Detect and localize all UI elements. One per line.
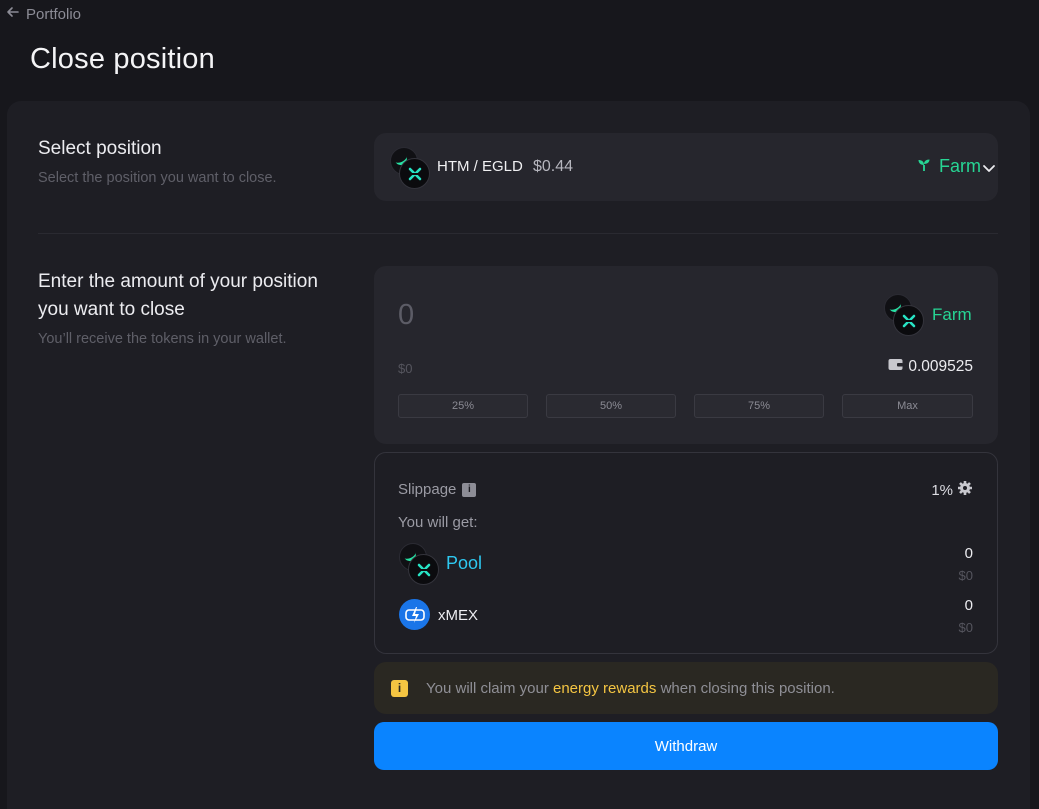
pool-usd: $0 — [958, 568, 973, 583]
wallet-balance-value: 0.009525 — [908, 358, 973, 375]
mex-x-icon — [408, 554, 439, 585]
slippage-value: 1% — [931, 481, 953, 499]
amount-section-subtitle: You’ll receive the tokens in your wallet… — [38, 331, 287, 347]
you-will-get-label: You will get: — [398, 514, 478, 531]
mex-x-icon — [399, 158, 430, 189]
info-icon: i — [391, 679, 408, 697]
notice-prefix: You will claim your — [426, 679, 549, 697]
xmex-usd: $0 — [958, 620, 973, 635]
sprout-icon — [917, 156, 931, 177]
slippage-setting[interactable]: 1% — [931, 480, 973, 500]
amount-token-label: Farm — [932, 305, 972, 324]
amount-input[interactable] — [398, 299, 598, 332]
back-link-label: Portfolio — [26, 5, 82, 23]
slippage-label-row: Slippage i — [398, 481, 477, 498]
percent-50-button[interactable]: 50% — [546, 394, 676, 418]
mex-x-icon — [893, 305, 924, 336]
xmex-label: xMEX — [438, 607, 479, 624]
amount-usd-value: $0 — [398, 361, 413, 376]
arrow-left-icon — [6, 5, 20, 23]
percent-75-button[interactable]: 75% — [694, 394, 824, 418]
selected-price: $0.44 — [533, 158, 574, 175]
selected-pair: HTM / EGLD — [437, 158, 523, 175]
farm-token-icons — [884, 294, 924, 336]
back-link[interactable]: Portfolio — [6, 5, 81, 23]
pool-label: Pool — [446, 553, 483, 573]
withdraw-button[interactable]: Withdraw — [374, 722, 998, 770]
page-title: Close position — [30, 43, 215, 75]
info-icon[interactable]: i — [462, 482, 477, 497]
xmex-amount: 0 — [964, 597, 973, 614]
pool-amount: 0 — [964, 545, 973, 562]
energy-rewards-notice: i You will claim your energy rewards whe… — [374, 662, 998, 714]
amount-section-title: Enter the amount of your position you wa… — [38, 271, 318, 320]
gear-icon — [957, 480, 973, 500]
pair-token-icons — [390, 147, 430, 189]
select-position-subtitle: Select the position you want to close. — [38, 170, 277, 186]
section-divider — [38, 233, 998, 234]
wallet-icon — [888, 358, 904, 376]
slippage-label: Slippage — [398, 481, 457, 498]
percent-max-button[interactable]: Max — [842, 394, 973, 418]
wallet-balance[interactable]: 0.009525 — [888, 358, 973, 376]
notice-highlight: energy rewards — [553, 679, 657, 697]
notice-suffix: when closing this position. — [660, 679, 835, 697]
select-position-title: Select position — [38, 138, 162, 159]
notice-text: You will claim your energy rewards when … — [426, 680, 835, 697]
percent-25-button[interactable]: 25% — [398, 394, 528, 418]
pool-token-icons — [399, 543, 439, 585]
chevron-down-icon[interactable] — [965, 160, 995, 181]
lightning-icon — [399, 599, 430, 630]
